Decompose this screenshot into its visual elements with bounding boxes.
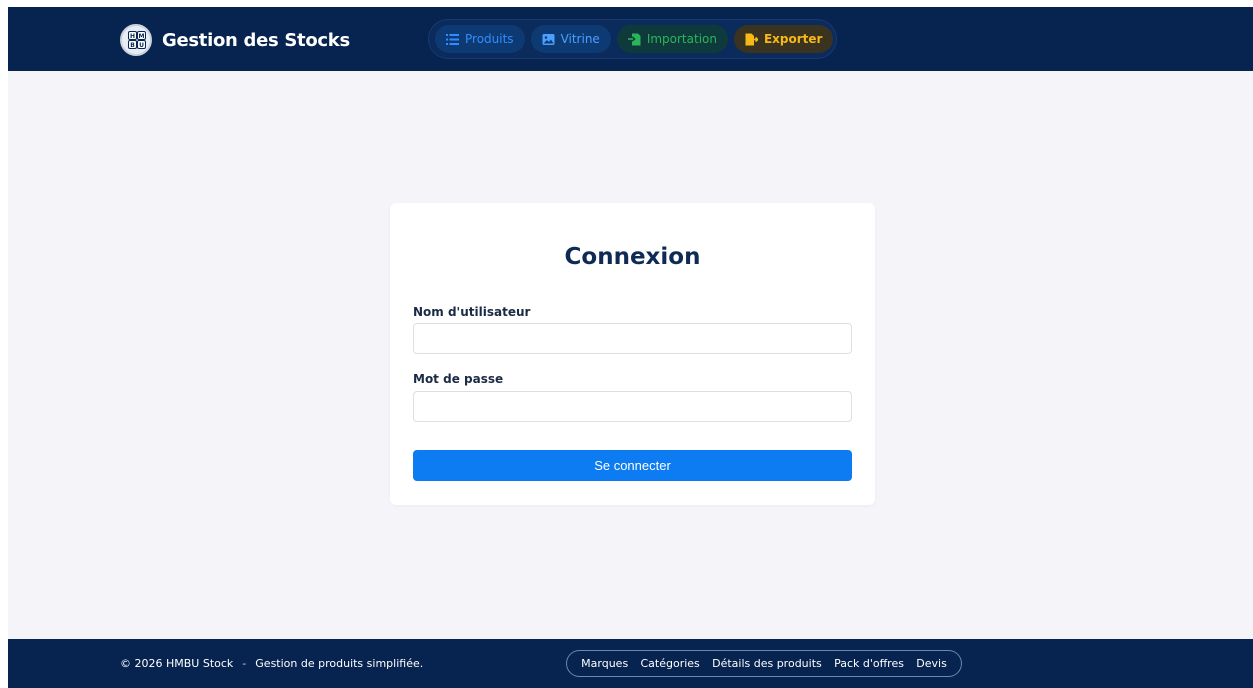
nav-importation-button[interactable]: Importation [616, 25, 728, 53]
nav-importation-label: Importation [646, 32, 717, 46]
footer-link-marques[interactable]: Marques [581, 657, 628, 670]
footer-separator: - [242, 657, 247, 670]
footer-link-pack-offres[interactable]: Pack d'offres [834, 657, 904, 670]
brand[interactable]: H M B U Gestion des Stocks [120, 22, 350, 58]
nav-vitrine-button[interactable]: Vitrine [530, 25, 611, 53]
copyright-text: © 2026 HMBU Stock [120, 657, 234, 670]
username-input[interactable] [413, 323, 852, 354]
top-navbar: H M B U Gestion des Stocks Produits Vitr… [8, 7, 1253, 71]
footer-tagline: Gestion de produits simplifiée. [255, 657, 424, 670]
login-card: Connexion Nom d'utilisateur Mot de passe… [390, 203, 875, 505]
footer-link-details-produits[interactable]: Détails des produits [712, 657, 822, 670]
image-icon [542, 33, 555, 45]
logo-letter: U [137, 40, 146, 49]
nav-produits-button[interactable]: Produits [435, 25, 525, 53]
footer-link-devis[interactable]: Devis [916, 657, 947, 670]
logo-letter: H [128, 31, 137, 40]
nav-exporter-button[interactable]: Exporter [733, 25, 834, 53]
app-frame: H M B U Gestion des Stocks Produits Vitr… [8, 7, 1253, 688]
footer: © 2026 HMBU Stock - Gestion de produits … [8, 639, 1253, 688]
password-input[interactable] [413, 391, 852, 422]
footer-link-categories[interactable]: Catégories [640, 657, 699, 670]
app-title: Gestion des Stocks [162, 29, 350, 51]
password-label: Mot de passe [413, 372, 504, 386]
list-icon [446, 33, 459, 45]
nav-vitrine-label: Vitrine [560, 32, 600, 46]
login-title: Connexion [564, 244, 701, 270]
main-nav: Produits Vitrine Importation Exporter [428, 19, 837, 59]
file-export-icon [745, 33, 758, 45]
footer-copyright: © 2026 HMBU Stock - Gestion de produits … [120, 639, 423, 688]
login-button[interactable]: Se connecter [413, 450, 852, 481]
logo-icon: H M B U [120, 24, 152, 56]
logo-letter: M [137, 31, 146, 40]
username-label: Nom d'utilisateur [413, 305, 531, 319]
logo-letter: B [128, 40, 137, 49]
file-import-icon [627, 33, 641, 45]
nav-produits-label: Produits [465, 32, 514, 46]
nav-exporter-label: Exporter [763, 32, 823, 46]
footer-links: Marques Catégories Détails des produits … [566, 650, 962, 677]
